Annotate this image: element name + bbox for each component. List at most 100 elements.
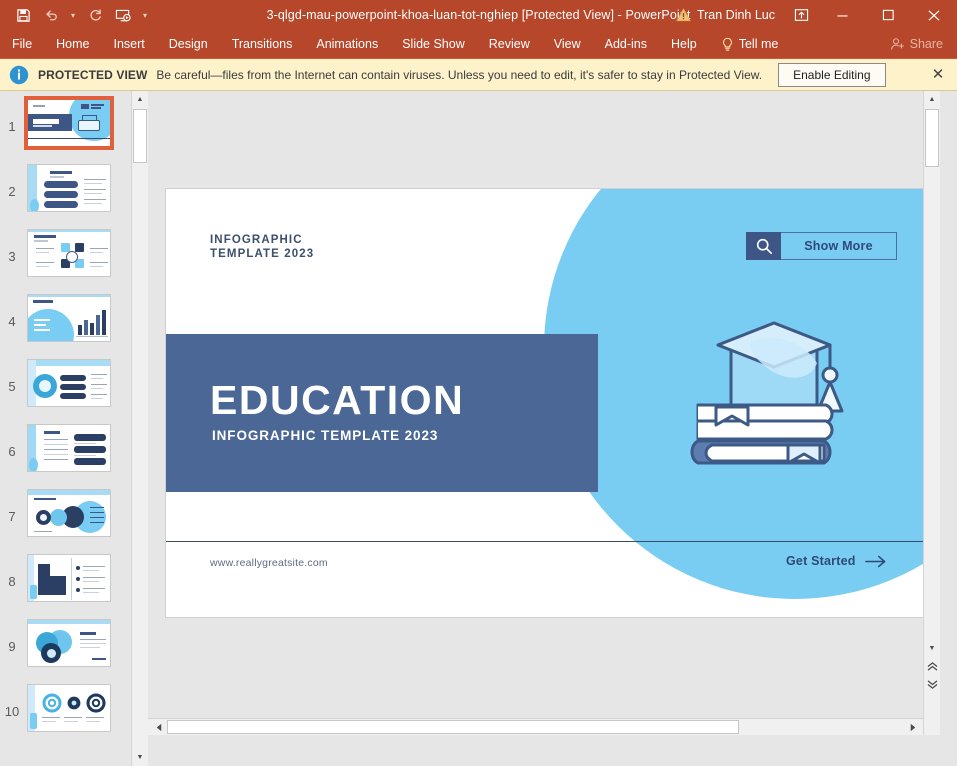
slide-thumbnail-9[interactable] (27, 619, 111, 667)
tab-help[interactable]: Help (659, 30, 709, 59)
thumbnail-row-2[interactable]: 2 (0, 164, 131, 229)
thumbnail-number: 10 (4, 704, 20, 719)
stage-vertical-scrollbar[interactable]: ▲ ▼ (923, 91, 940, 766)
slide-thumbnail-3[interactable] (27, 229, 111, 277)
thumbnail-row-10[interactable]: 10 (0, 684, 131, 749)
tab-design[interactable]: Design (157, 30, 220, 59)
thumbnail-number: 5 (8, 379, 16, 394)
warning-triangle-icon (676, 8, 691, 22)
slide-thumbnail-6[interactable] (27, 424, 111, 472)
slide-thumbnail-10[interactable] (27, 684, 111, 732)
thumbnail-number: 1 (8, 119, 16, 134)
thumbnail-number: 2 (8, 184, 16, 199)
protected-view-bar: PROTECTED VIEW Be careful—files from the… (0, 59, 957, 91)
search-icon (746, 232, 781, 260)
stage-scroll-up-button[interactable]: ▲ (924, 91, 940, 108)
slide-thumbnail-8[interactable] (27, 554, 111, 602)
thumbnail-number: 4 (8, 314, 16, 329)
slide-website-text[interactable]: www.reallygreatsite.com (210, 557, 328, 569)
tab-slide-show[interactable]: Slide Show (390, 30, 477, 59)
account-indicator[interactable]: Tran Dinh Luc (668, 8, 783, 22)
kicker-line-1: INFOGRAPHIC (210, 234, 303, 246)
minimize-button[interactable] (819, 0, 865, 30)
tab-animations[interactable]: Animations (304, 30, 390, 59)
thumbnail-row-5[interactable]: 5 (0, 359, 131, 424)
chevron-up-icon: ▲ (136, 96, 144, 103)
close-button[interactable] (911, 0, 957, 30)
stage-bottom-filler (148, 735, 940, 766)
thumbnail-number: 8 (8, 574, 16, 589)
tab-add-ins[interactable]: Add-ins (593, 30, 659, 59)
start-presentation-icon[interactable] (110, 3, 136, 27)
enable-editing-button[interactable]: Enable Editing (778, 62, 886, 87)
stage-scrollbar-thumb[interactable] (925, 109, 939, 167)
tab-file[interactable]: File (0, 30, 44, 59)
thumbnail-row-7[interactable]: 7 (0, 489, 131, 554)
scroll-right-button[interactable] (904, 719, 921, 735)
undo-icon[interactable] (38, 3, 64, 27)
slide-thumbnail-1[interactable] (24, 96, 114, 150)
show-more-label: Show More (781, 232, 897, 260)
save-icon[interactable] (10, 3, 36, 27)
redo-icon[interactable] (82, 3, 108, 27)
thumbnail-scrollbar-thumb[interactable] (133, 109, 147, 163)
customize-quick-access-toolbar-icon[interactable]: ▾ (138, 3, 152, 27)
thumbnail-row-9[interactable]: 9 (0, 619, 131, 684)
ribbon-tab-bar: File Home Insert Design Transitions Anim… (0, 30, 957, 59)
chevron-down-icon: ▼ (136, 754, 144, 761)
powerpoint-window: ▾ ▾ 3-qlgd-mau-powerpoint-khoa-luan-tot-… (0, 0, 957, 766)
slide-thumbnail-5[interactable] (27, 359, 111, 407)
thumbnail-scroll-up-button[interactable]: ▲ (132, 91, 148, 108)
ribbon-display-options-icon[interactable] (783, 0, 819, 30)
slide-subtitle[interactable]: INFOGRAPHIC TEMPLATE 2023 (212, 428, 438, 443)
thumbnail-row-4[interactable]: 4 (0, 294, 131, 359)
thumbnail-row-6[interactable]: 6 (0, 424, 131, 489)
stage-scroll-down-button[interactable]: ▼ (924, 640, 940, 657)
tab-transitions[interactable]: Transitions (220, 30, 305, 59)
graduation-cap-books-illustration (674, 309, 874, 477)
tab-insert[interactable]: Insert (102, 30, 157, 59)
undo-dropdown-icon[interactable]: ▾ (66, 3, 80, 27)
tab-home[interactable]: Home (44, 30, 101, 59)
thumbnail-row-1[interactable]: 1 (0, 96, 131, 164)
get-started-link[interactable]: Get Started (786, 554, 887, 568)
protected-view-message: Be careful—files from the Internet can c… (156, 67, 763, 82)
thumbnail-row-3[interactable]: 3 (0, 229, 131, 294)
show-more-button[interactable]: Show More (746, 232, 897, 260)
maximize-button[interactable] (865, 0, 911, 30)
tab-view[interactable]: View (542, 30, 593, 59)
horizontal-scrollbar-thumb[interactable] (167, 720, 739, 734)
slide-canvas[interactable]: INFOGRAPHIC TEMPLATE 2023 Show More EDUC… (165, 188, 940, 618)
chevron-up-icon: ▲ (928, 96, 936, 103)
slide-thumbnail-7[interactable] (27, 489, 111, 537)
slide-editing-stage: INFOGRAPHIC TEMPLATE 2023 Show More EDUC… (148, 91, 940, 766)
stage-horizontal-scrollbar[interactable] (148, 718, 923, 735)
close-protected-view-icon[interactable]: ✕ (929, 65, 947, 83)
thumbnail-pane-scrollbar[interactable]: ▲ ▼ (131, 91, 148, 766)
slide-title[interactable]: EDUCATION (210, 377, 464, 424)
lightbulb-icon (721, 37, 734, 52)
next-slide-button[interactable] (924, 676, 940, 693)
thumbnail-row-8[interactable]: 8 (0, 554, 131, 619)
slide-divider-line (166, 541, 940, 542)
thumbnail-number: 7 (8, 509, 16, 524)
info-icon (8, 64, 30, 86)
thumbnail-number: 3 (8, 249, 16, 264)
slide-thumbnail-2[interactable] (27, 164, 111, 212)
tell-me-box[interactable]: Tell me (709, 37, 791, 52)
share-label: Share (909, 37, 943, 51)
previous-slide-button[interactable] (924, 658, 940, 675)
slide-canvas-wrapper[interactable]: INFOGRAPHIC TEMPLATE 2023 Show More EDUC… (165, 188, 940, 618)
get-started-label: Get Started (786, 554, 856, 568)
slide-thumbnail-4[interactable] (27, 294, 111, 342)
tab-review[interactable]: Review (477, 30, 542, 59)
arrow-right-icon (864, 555, 887, 568)
slide-kicker-text[interactable]: INFOGRAPHIC TEMPLATE 2023 (210, 234, 314, 261)
thumbnail-scroll-down-button[interactable]: ▼ (132, 749, 148, 766)
title-bar-right: Tran Dinh Luc (668, 0, 957, 30)
tell-me-label: Tell me (738, 37, 779, 51)
scroll-left-button[interactable] (150, 719, 167, 735)
share-button[interactable]: Share (880, 37, 957, 51)
account-name: Tran Dinh Luc (696, 8, 775, 22)
main-body: 1 2 3 4 5 6 7 8 9 10 ▲ ▼ INFOGRAPHIC TEM… (0, 91, 957, 766)
